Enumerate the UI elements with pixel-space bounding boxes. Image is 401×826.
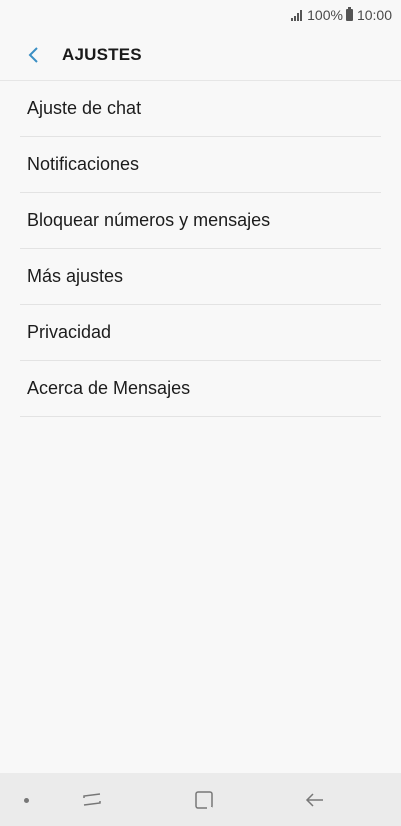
signal-icon [291, 9, 303, 21]
status-bar: 100% 10:00 [0, 0, 401, 30]
settings-item-about[interactable]: Acerca de Mensajes [20, 361, 381, 417]
settings-item-more-settings[interactable]: Más ajustes [20, 249, 381, 305]
settings-item-notifications[interactable]: Notificaciones [20, 137, 381, 193]
settings-item-privacy[interactable]: Privacidad [20, 305, 381, 361]
back-button[interactable] [12, 33, 56, 77]
app-bar: AJUSTES [0, 30, 401, 81]
home-button[interactable] [189, 785, 219, 815]
chevron-left-icon [28, 47, 38, 63]
clock: 10:00 [356, 7, 392, 23]
recents-button[interactable] [77, 785, 107, 815]
navigation-bar [0, 773, 401, 826]
battery-percentage: 100% [307, 7, 343, 23]
settings-list: Ajuste de chat Notificaciones Bloquear n… [20, 81, 381, 417]
battery-icon [345, 7, 353, 21]
settings-item-chat[interactable]: Ajuste de chat [20, 81, 381, 137]
screen: 100% 10:00 AJUSTES Ajuste de chat Notifi… [0, 0, 401, 826]
nav-dot-indicator [24, 798, 29, 803]
recents-icon [83, 793, 101, 806]
nav-back-button[interactable] [300, 785, 330, 815]
page-title: AJUSTES [62, 45, 142, 64]
home-icon [195, 791, 213, 809]
settings-item-block-numbers[interactable]: Bloquear números y mensajes [20, 193, 381, 249]
back-arrow-icon [305, 793, 323, 807]
